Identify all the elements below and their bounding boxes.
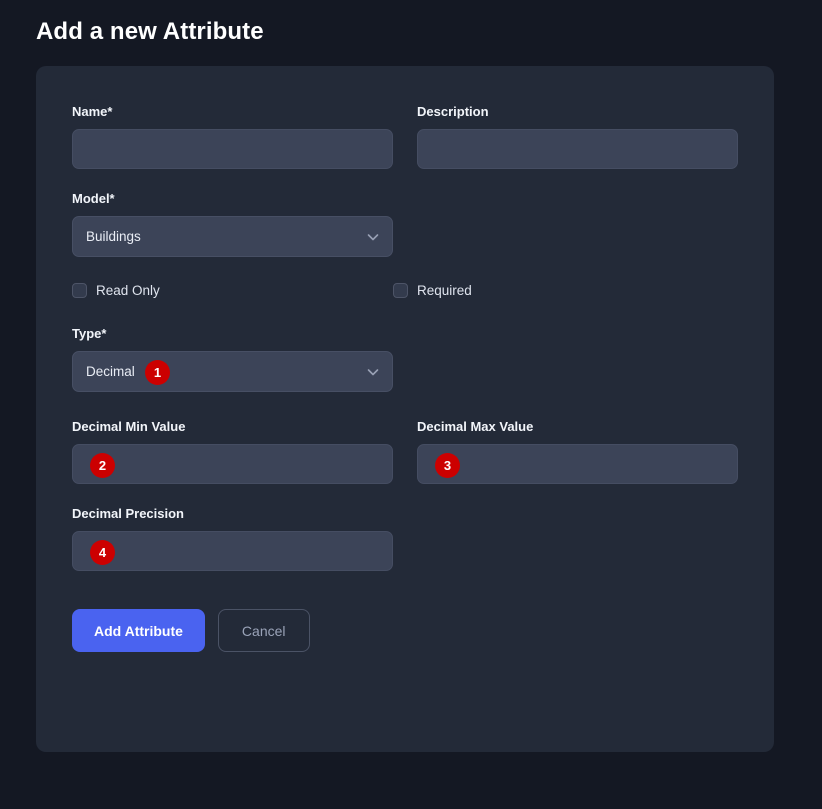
name-description-row: Name* Description	[72, 104, 738, 169]
annotation-badge-4: 4	[90, 540, 115, 565]
required-checkbox[interactable]	[393, 283, 408, 298]
read-only-checkbox[interactable]	[72, 283, 87, 298]
annotation-badge-2: 2	[90, 453, 115, 478]
description-input[interactable]	[418, 130, 737, 168]
decimal-precision-field-group: Decimal Precision 4	[72, 506, 393, 571]
annotation-badge-3: 3	[435, 453, 460, 478]
read-only-label: Read Only	[96, 283, 160, 298]
type-field-group: Type* Decimal 1	[72, 326, 393, 392]
annotation-badge-1: 1	[145, 360, 170, 385]
description-label: Description	[417, 104, 738, 120]
decimal-min-input[interactable]	[73, 445, 392, 483]
decimal-max-label: Decimal Max Value	[417, 419, 738, 435]
add-attribute-form-card: Name* Description Model* Buildings	[36, 66, 774, 752]
name-input-wrapper[interactable]	[72, 129, 393, 169]
form-actions: Add Attribute Cancel	[72, 609, 738, 652]
chevron-down-icon	[365, 229, 381, 245]
decimal-min-field-group: Decimal Min Value 2	[72, 419, 393, 484]
cancel-button[interactable]: Cancel	[218, 609, 310, 652]
description-field-group: Description	[417, 104, 738, 169]
decimal-precision-input-wrapper[interactable]: 4	[72, 531, 393, 571]
flags-row: Read Only Required	[72, 283, 738, 298]
model-row-spacer	[417, 191, 738, 257]
type-select-value: Decimal	[86, 364, 135, 379]
model-field-group: Model* Buildings	[72, 191, 393, 257]
name-label: Name*	[72, 104, 393, 120]
type-row-spacer	[417, 326, 738, 392]
name-field-group: Name*	[72, 104, 393, 169]
model-select-value: Buildings	[86, 229, 141, 244]
decimal-precision-input[interactable]	[73, 532, 392, 570]
model-select[interactable]: Buildings	[72, 216, 393, 257]
model-row: Model* Buildings	[72, 191, 738, 257]
decimal-min-input-wrapper[interactable]: 2	[72, 444, 393, 484]
decimal-min-label: Decimal Min Value	[72, 419, 393, 435]
type-row: Type* Decimal 1	[72, 326, 738, 392]
decimal-max-input[interactable]	[418, 445, 737, 483]
decimal-precision-row: Decimal Precision 4	[72, 506, 738, 571]
decimal-minmax-row: Decimal Min Value 2 Decimal Max Value 3	[72, 419, 738, 484]
type-label: Type*	[72, 326, 393, 342]
required-label: Required	[417, 283, 472, 298]
name-input[interactable]	[73, 130, 392, 168]
decimal-max-input-wrapper[interactable]: 3	[417, 444, 738, 484]
description-input-wrapper[interactable]	[417, 129, 738, 169]
chevron-down-icon	[365, 364, 381, 380]
model-label: Model*	[72, 191, 393, 207]
add-attribute-button[interactable]: Add Attribute	[72, 609, 205, 652]
type-select[interactable]: Decimal 1	[72, 351, 393, 392]
read-only-checkbox-item[interactable]: Read Only	[72, 283, 393, 298]
required-checkbox-item[interactable]: Required	[393, 283, 472, 298]
decimal-precision-row-spacer	[417, 506, 738, 571]
decimal-precision-label: Decimal Precision	[72, 506, 393, 522]
page-title: Add a new Attribute	[0, 0, 822, 46]
decimal-max-field-group: Decimal Max Value 3	[417, 419, 738, 484]
